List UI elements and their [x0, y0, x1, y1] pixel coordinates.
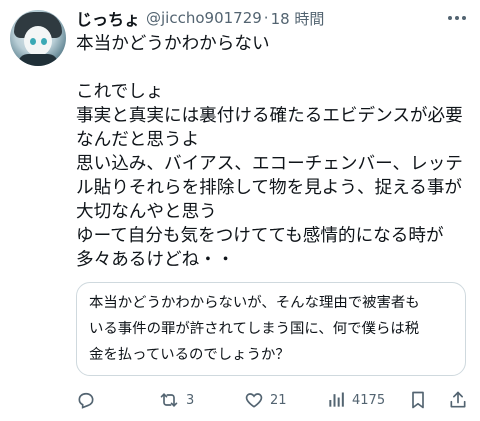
tweet-line: 多々あるけどね・・ [76, 250, 235, 270]
separator-dot: · [263, 9, 269, 27]
display-name[interactable]: じっちょ [76, 6, 140, 30]
heart-icon [245, 393, 263, 408]
quote-line: 本当かどうかわからないが、そんな理由で被害者も [89, 295, 420, 311]
avatar[interactable] [10, 10, 66, 66]
retweet-button[interactable]: 3 [158, 388, 194, 412]
more-options-button[interactable] [446, 8, 468, 28]
avatar-collar [18, 54, 58, 66]
share-button[interactable] [448, 388, 468, 412]
tweet-text: 本当かどうかわからない これでしょ 事実と真実には裏付ける確たるエビデンスが必要… [76, 32, 472, 272]
like-button[interactable]: 21 [244, 388, 287, 412]
more-dot-icon [448, 16, 452, 20]
more-dot-icon [455, 16, 459, 20]
avatar-eye-right [41, 38, 47, 45]
views-button[interactable]: 4175 [326, 388, 385, 412]
tweet-line: ゆーて自分も気をつけてても感情的になる時が [76, 226, 444, 246]
tweet-line: 大切なんやと思う [76, 202, 217, 222]
tweet-line: 事実と真実には裏付ける確たるエビデンスが必要 [76, 106, 463, 126]
quote-line: いる事件の罪が許されてしまう国に、何で僕らは税 [89, 321, 420, 337]
tweet-time[interactable]: 18 時間 [271, 8, 325, 29]
more-dot-icon [462, 16, 466, 20]
retweet-icon [160, 393, 178, 407]
tweet-line: ル貼りそれらを排除して物を見よう、捉える事が [76, 178, 463, 198]
user-handle[interactable]: @jiccho901729 [146, 9, 262, 27]
avatar-eye-left [30, 38, 36, 45]
views-icon [329, 392, 344, 407]
tweet-line: 思い込み、バイアス、エコーチェンバー、レッテ [76, 154, 463, 174]
bookmark-button[interactable] [408, 388, 428, 412]
views-count: 4175 [352, 392, 386, 408]
share-icon [450, 391, 466, 408]
tweet-line: これでしょ [76, 82, 164, 102]
action-bar: 3 21 4175 [76, 388, 476, 412]
avatar-face [24, 26, 52, 56]
bookmark-icon [412, 391, 424, 409]
retweet-count: 3 [186, 392, 195, 408]
reply-icon [78, 392, 94, 409]
tweet-line: 本当かどうかわからない [76, 34, 270, 54]
quote-line: 金を払っているのでしょうか？ [89, 347, 290, 363]
reply-button[interactable] [76, 388, 96, 412]
like-count: 21 [270, 392, 287, 408]
tweet-line: なんだと思うよ [76, 130, 200, 150]
tweet-line [76, 56, 472, 80]
quoted-tweet[interactable]: 本当かどうかわからないが、そんな理由で被害者も いる事件の罪が許されてしまう国に… [76, 282, 466, 376]
tweet-header: じっちょ @jiccho901729 · 18 時間 [76, 6, 324, 30]
